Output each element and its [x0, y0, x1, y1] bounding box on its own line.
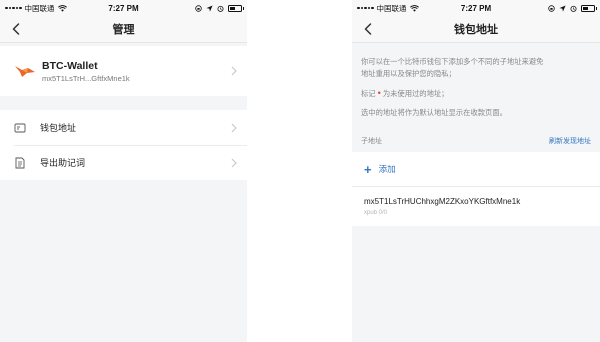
wallet-logo-icon — [15, 66, 35, 77]
chevron-left-icon — [12, 23, 20, 35]
nav-bar: 管理 — [0, 16, 247, 43]
chevron-right-icon — [231, 123, 237, 132]
wallet-address-icon — [14, 123, 26, 132]
list-item[interactable]: mx5T1LsTrHUChhxgM2ZKxoYKGftfxMne1k xpub … — [352, 186, 600, 226]
lock-rotation-icon — [548, 4, 555, 12]
carrier-label: 中国联通 — [24, 3, 55, 13]
chevron-right-icon — [231, 158, 237, 167]
sub-address-header: 子地址 刷新发现地址 — [352, 131, 600, 151]
menu-item-label: 钱包地址 — [40, 123, 77, 133]
menu-item-export-mnemonic[interactable]: 导出助记词 — [0, 145, 247, 180]
page-title: 管理 — [112, 24, 135, 36]
document-icon — [15, 157, 25, 168]
wifi-icon — [409, 4, 419, 12]
back-button[interactable] — [361, 22, 375, 36]
address-description: 你可以在一个比特币钱包下添加多个不同的子地址来避免 地址重用以及保护您的隐私； … — [352, 43, 600, 125]
unused-dot-icon: • — [377, 88, 381, 98]
battery-icon — [581, 4, 597, 12]
back-button[interactable] — [9, 22, 23, 36]
lock-rotation-icon — [195, 4, 202, 12]
chevron-left-icon — [364, 23, 372, 35]
wallet-address-screen: 中国联通 7:27 PM 钱包地址 你可以在一个比特币钱包下添加多个不同的子地址… — [352, 0, 600, 342]
status-bar: 中国联通 7:27 PM — [0, 0, 247, 16]
status-bar: 中国联通 7:27 PM — [352, 0, 600, 16]
section-title: 子地址 — [361, 138, 382, 145]
refresh-addresses-button[interactable]: 刷新发现地址 — [549, 136, 591, 146]
signal-icon — [5, 6, 22, 10]
sub-address: mx5T1LsTrHUChhxgM2ZKxoYKGftfxMne1k — [364, 197, 521, 206]
description-line: 选中的地址将作为默认地址显示在收款页面。 — [361, 108, 507, 117]
alarm-icon — [570, 5, 577, 12]
menu-item-wallet-address[interactable]: 钱包地址 — [0, 110, 247, 145]
nav-bar: 钱包地址 — [352, 16, 600, 43]
add-address-button[interactable]: + 添加 — [352, 152, 600, 186]
alarm-icon — [217, 5, 224, 12]
plus-icon: + — [364, 161, 372, 177]
menu-item-label: 导出助记词 — [40, 158, 86, 168]
wallet-card[interactable]: BTC-Wallet mx5T1LsTrH...GftfxMne1k — [0, 46, 247, 96]
signal-icon — [357, 6, 374, 10]
add-label: 添加 — [378, 164, 396, 174]
derivation-path: xpub 0/0 — [364, 210, 388, 216]
carrier-label: 中国联通 — [376, 3, 407, 13]
location-icon — [559, 4, 566, 12]
location-icon — [206, 4, 213, 12]
wallet-name: BTC-Wallet — [42, 59, 98, 72]
page-title: 钱包地址 — [454, 24, 498, 36]
description-line: 地址重用以及保护您的隐私； — [361, 69, 456, 78]
manage-screen: 中国联通 7:27 PM 管理 BTC-Wallet mx5T1LsTrH...… — [0, 0, 247, 342]
battery-icon — [228, 4, 244, 12]
wallet-address: mx5T1LsTrH...GftfxMne1k — [42, 73, 130, 83]
wifi-icon — [57, 4, 67, 12]
unused-mark-legend: 标记 • 为未使用过的地址； — [361, 88, 449, 98]
chevron-right-icon — [231, 66, 237, 76]
description-line: 你可以在一个比特币钱包下添加多个不同的子地址来避免 — [361, 57, 544, 66]
menu-group: 钱包地址 导出助记词 — [0, 110, 247, 180]
